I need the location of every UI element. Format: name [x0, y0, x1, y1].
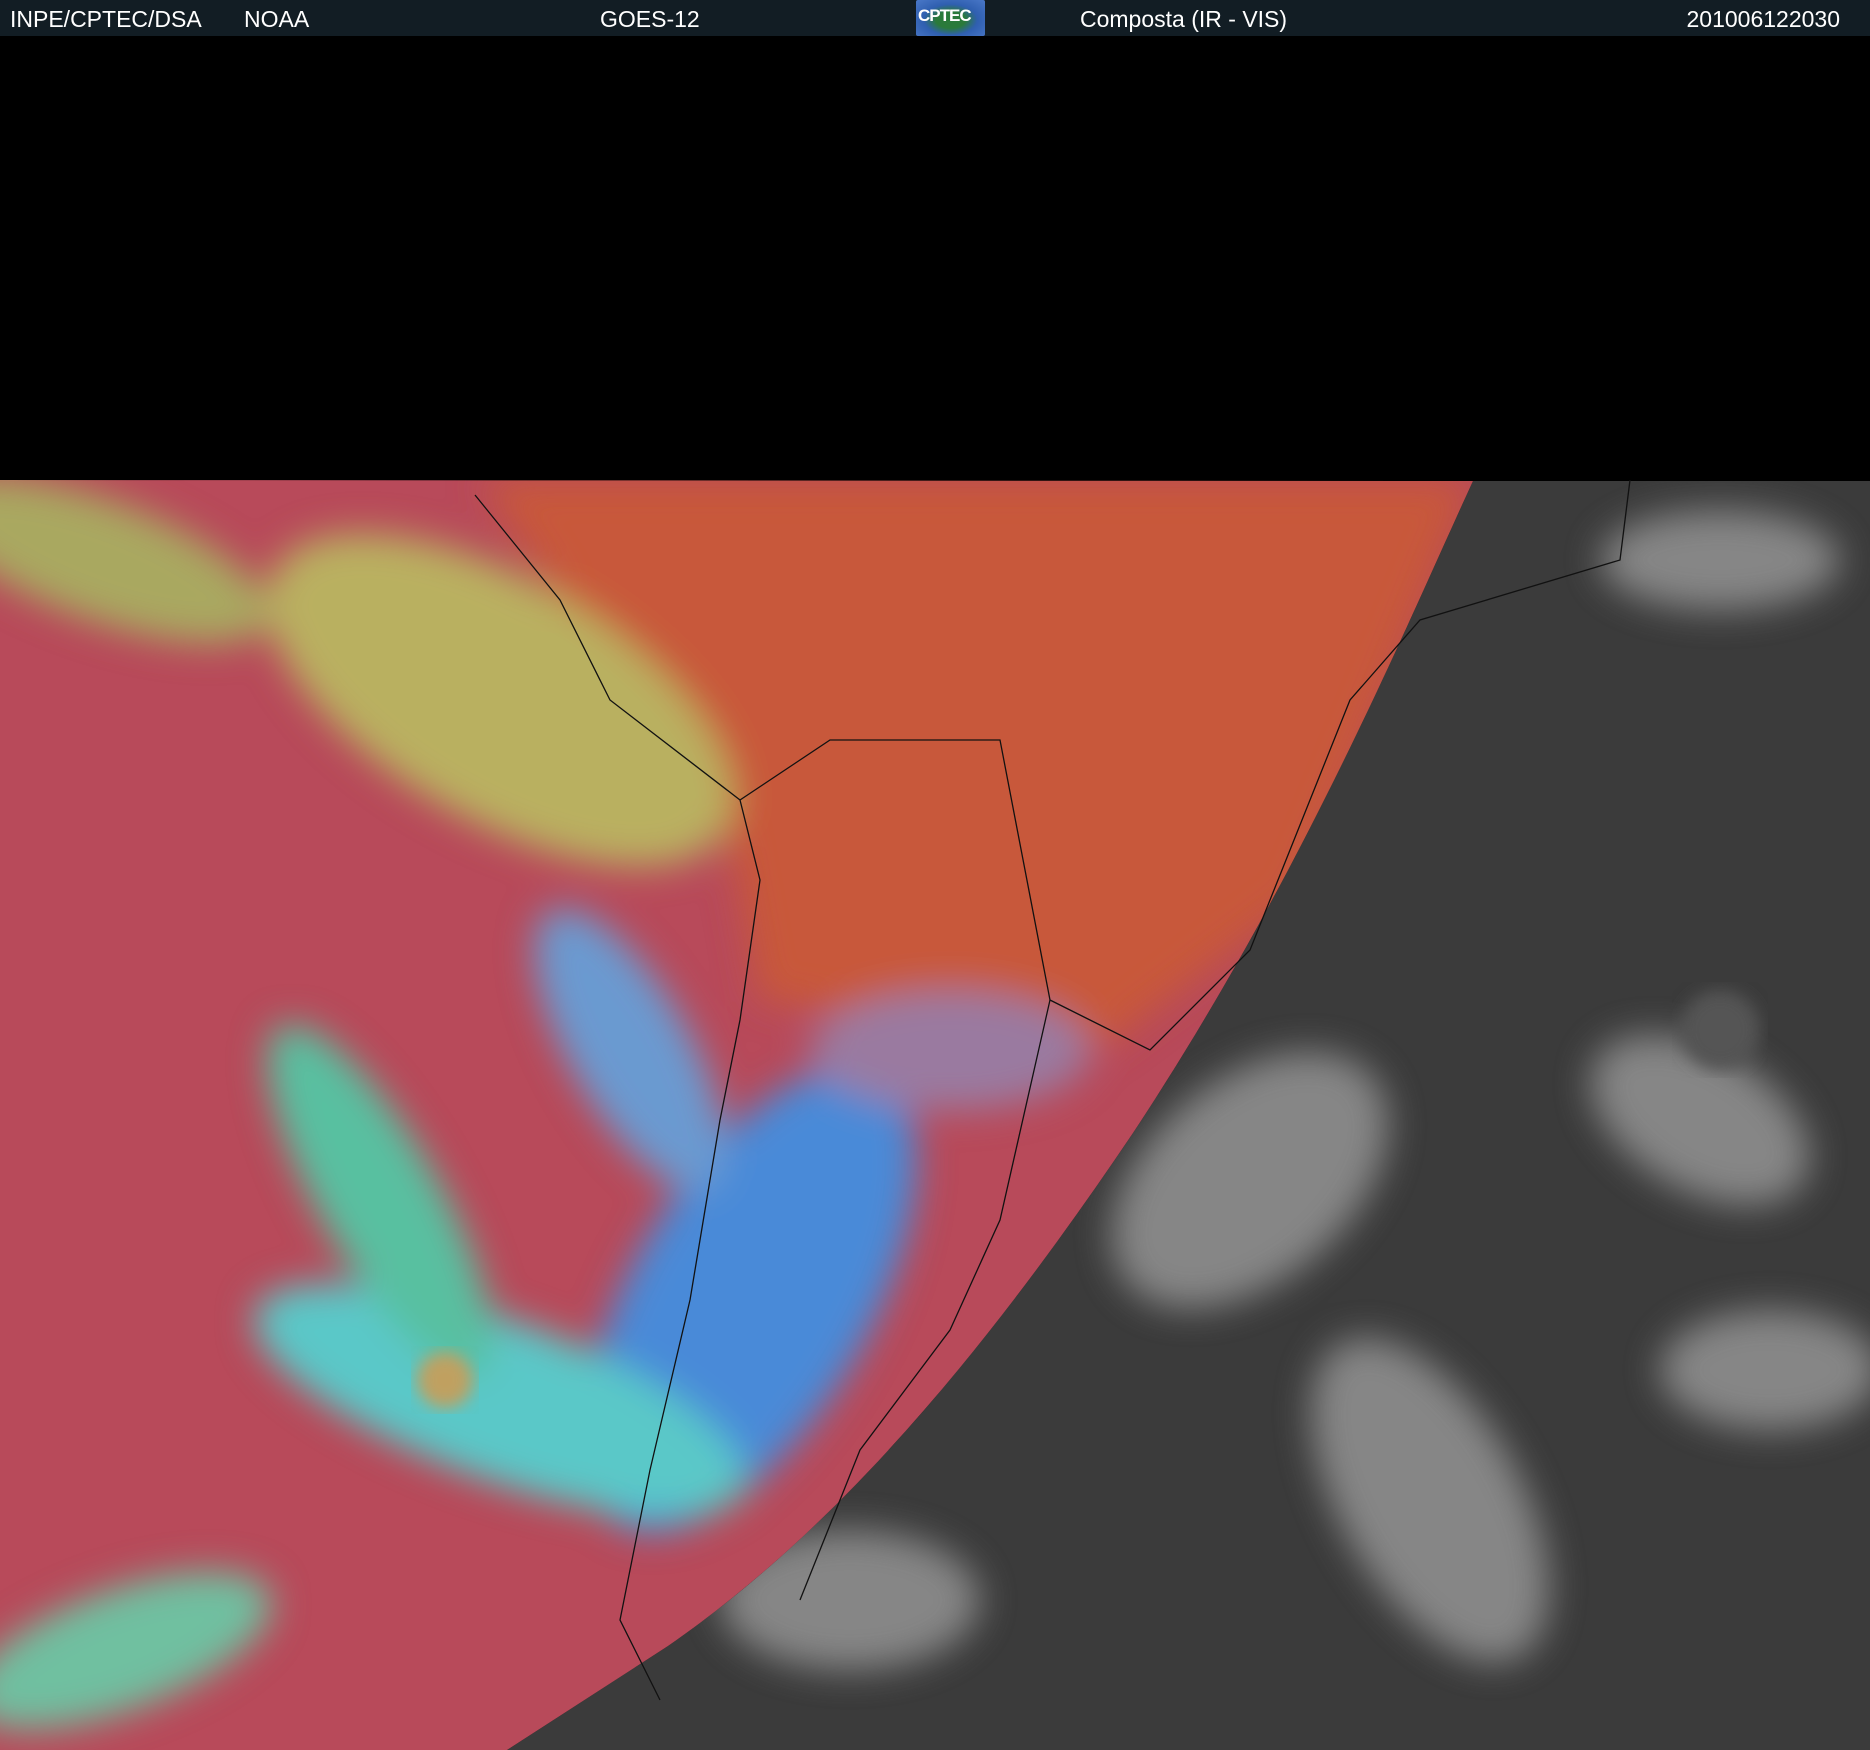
- cptec-logo: CPTEC: [916, 0, 985, 36]
- partner-label: NOAA: [244, 6, 310, 32]
- agency-label: INPE/CPTEC/DSA: [10, 6, 202, 32]
- timestamp-label: 201006122030: [1686, 6, 1841, 32]
- satellite-label: GOES-12: [600, 6, 700, 32]
- header-bar: INPE/CPTEC/DSA NOAA GOES-12 CPTEC Compos…: [0, 0, 1870, 36]
- product-label: Composta (IR - VIS): [1080, 6, 1288, 32]
- satellite-image: [0, 480, 1870, 1750]
